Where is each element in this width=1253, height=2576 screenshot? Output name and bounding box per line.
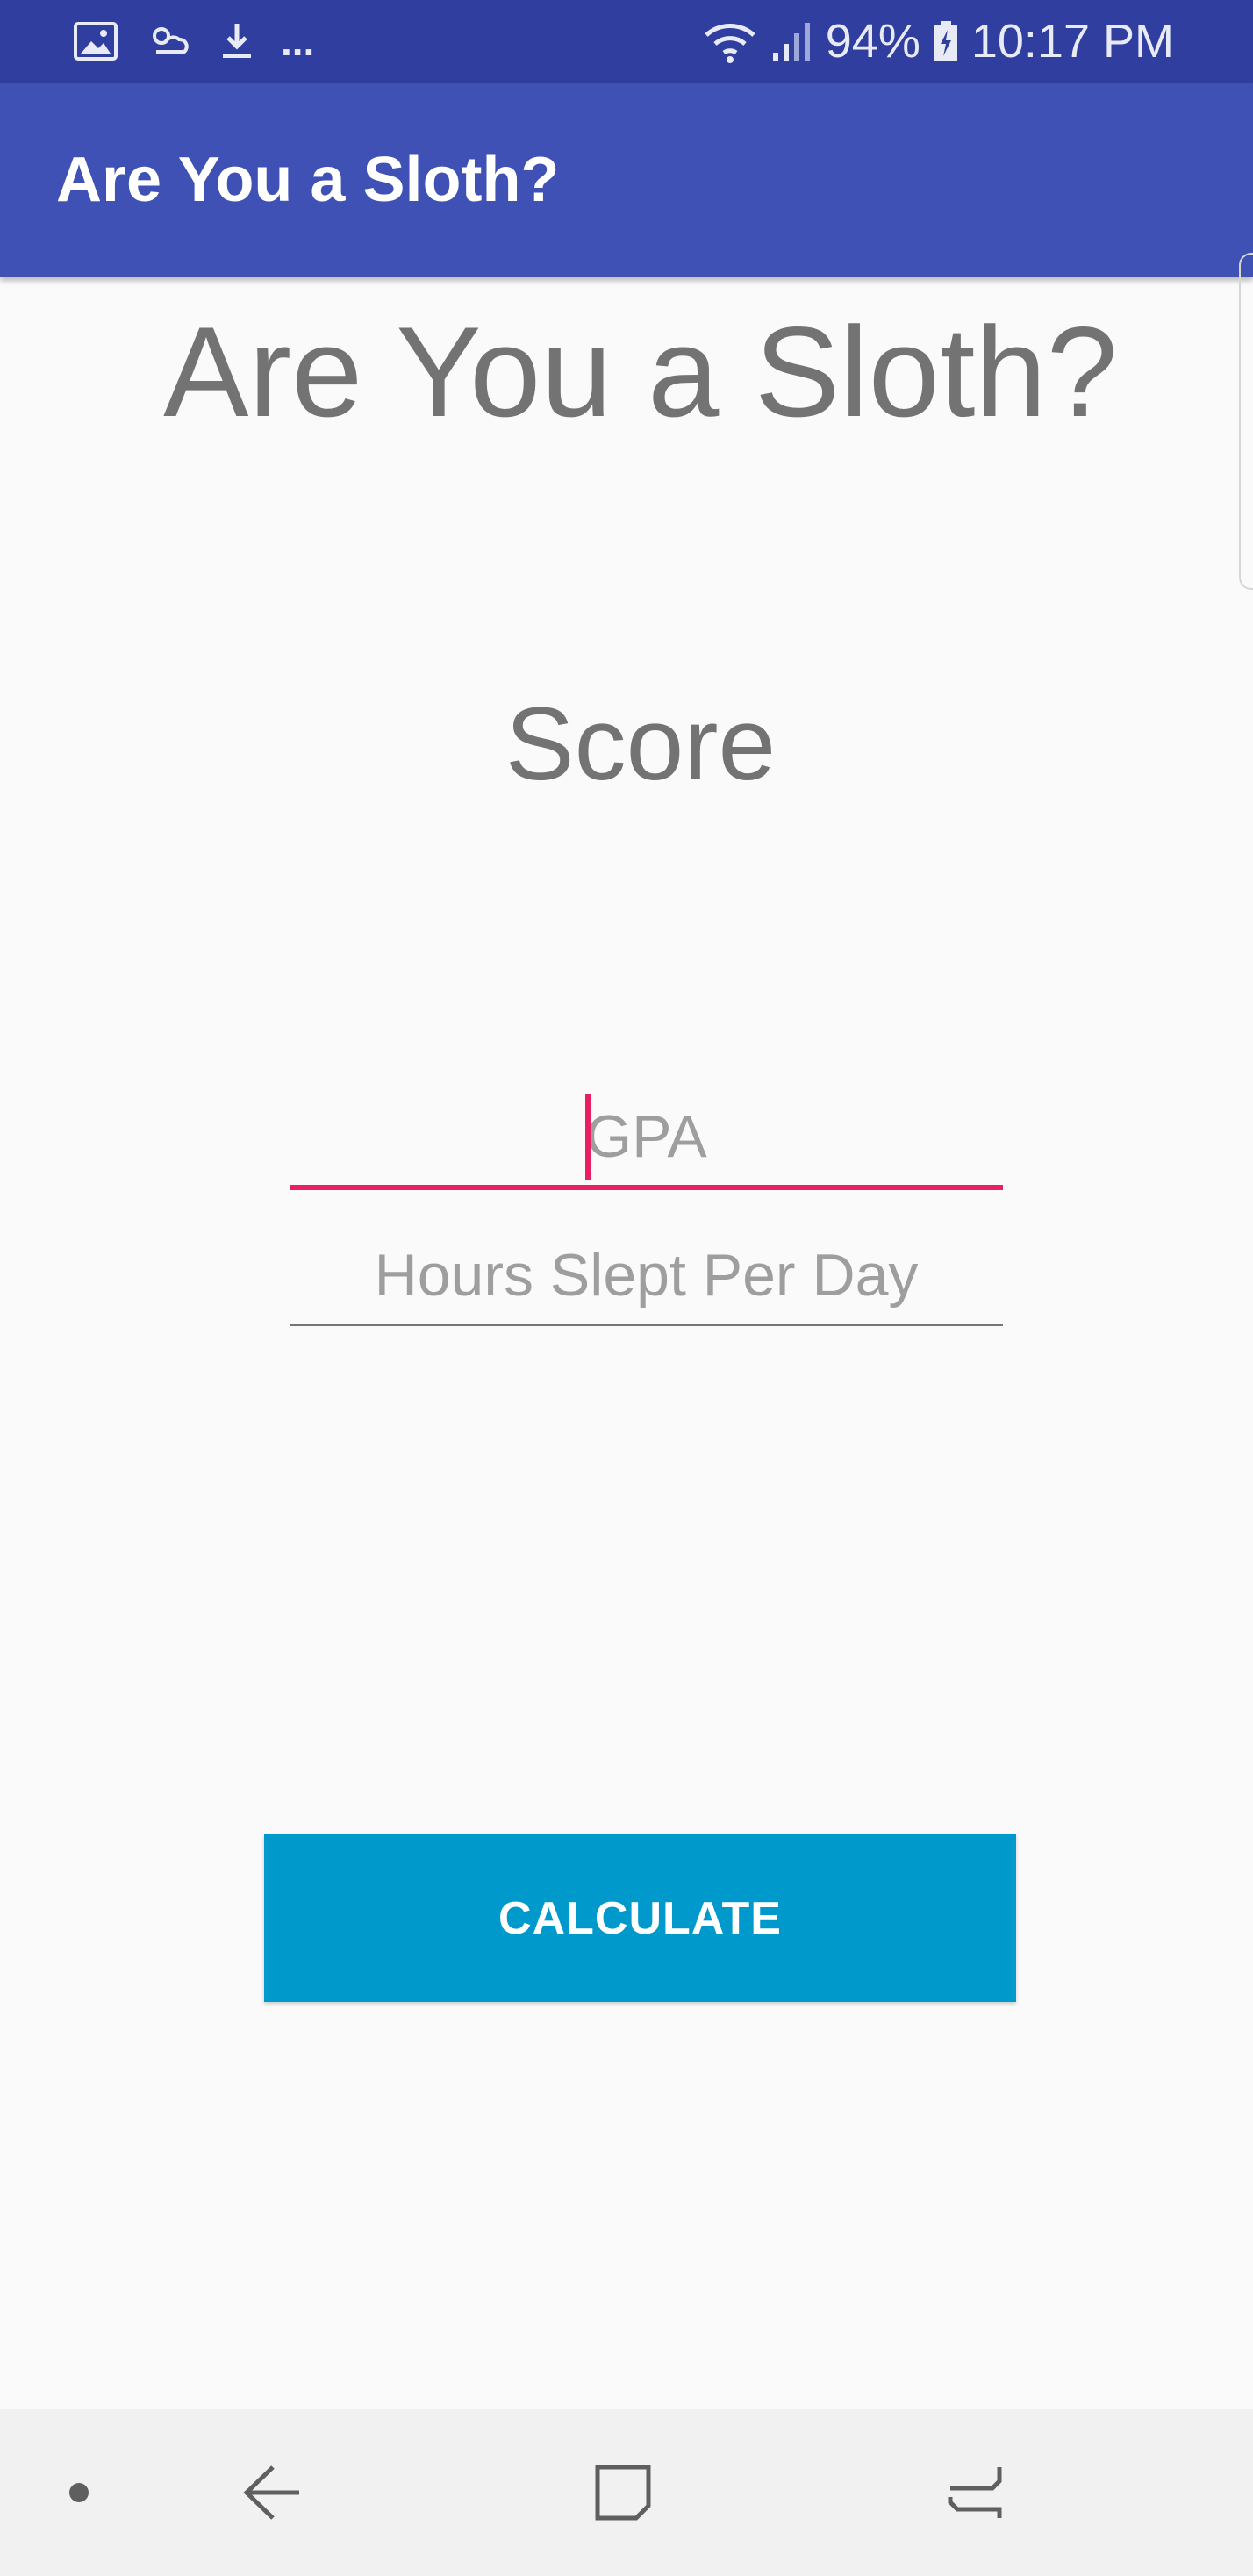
wifi-icon	[703, 19, 757, 63]
recent-apps-icon[interactable]	[921, 2409, 1027, 2576]
clock: 10:17 PM	[970, 15, 1174, 68]
back-icon[interactable]	[219, 2409, 325, 2576]
app-title: Are You a Sloth?	[56, 145, 560, 215]
weather-icon	[144, 22, 193, 61]
download-icon	[219, 22, 254, 61]
dot-icon[interactable]	[35, 2409, 123, 2576]
battery-charging-icon	[933, 19, 959, 63]
status-bar: ... 94% 10:17 PM	[0, 0, 1253, 83]
gpa-field[interactable]	[290, 1088, 1003, 1190]
app-bar: Are You a Sloth?	[0, 83, 1253, 277]
overflow-dots: ...	[281, 18, 315, 64]
page-heading: Are You a Sloth?	[163, 300, 1118, 443]
signal-icon	[770, 19, 813, 63]
hours-field[interactable]	[290, 1227, 1003, 1326]
calculate-button[interactable]: CALCULATE	[264, 1834, 1016, 2002]
hours-slept-input[interactable]	[290, 1227, 1003, 1324]
text-cursor	[585, 1094, 591, 1180]
system-status: 94% 10:17 PM	[703, 0, 1174, 83]
battery-percent: 94%	[825, 15, 920, 68]
score-label: Score	[505, 686, 777, 802]
gpa-input[interactable]	[290, 1088, 1003, 1185]
notification-icons: ...	[74, 0, 314, 83]
recents-icon[interactable]	[570, 2409, 676, 2576]
navigation-bar	[0, 2409, 1253, 2576]
gallery-icon	[74, 22, 118, 61]
